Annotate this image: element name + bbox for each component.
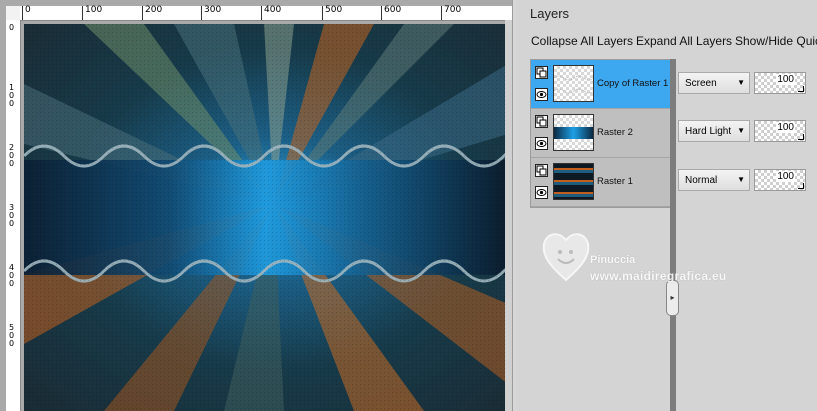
opacity-slider-handle[interactable]: [798, 183, 804, 189]
layer-row-raster-2[interactable]: Raster 2: [531, 109, 671, 158]
vertical-ruler: 0 1 0 0 2 0 0 3 0 0 4 0 0 5 0 0: [6, 20, 21, 411]
ruler-label-700: 700: [444, 5, 462, 15]
layer-thumbnail: [553, 65, 594, 102]
blend-mode-value: Screen: [685, 78, 717, 89]
layer-name: Copy of Raster 1: [597, 78, 669, 89]
panel-title: Layers: [530, 6, 570, 21]
layer-group-icon[interactable]: [535, 66, 548, 79]
blend-mode-select[interactable]: Normal ▼: [678, 169, 750, 191]
ruler-v-label-300: 3 0 0: [9, 203, 15, 228]
show-hide-quick-button[interactable]: Show/Hide Quic: [735, 34, 817, 48]
document-image[interactable]: [24, 24, 508, 411]
ruler-corner: [6, 6, 21, 21]
ruler-label-200: 200: [145, 5, 163, 15]
layer-row-raster-1[interactable]: Raster 1: [531, 158, 671, 207]
layer-group-icon[interactable]: [535, 115, 548, 128]
ruler-label-400: 400: [264, 5, 282, 15]
layer-name: Raster 1: [597, 176, 633, 187]
eye-icon[interactable]: [535, 137, 548, 150]
heart-smiley-icon: [542, 233, 590, 282]
expand-all-layers-button[interactable]: Expand All Layers: [636, 34, 732, 48]
canvas-area[interactable]: 0 100 200 300 400 500 600 700 0 1 0 0 2 …: [0, 0, 512, 411]
layers-toolbar: Collapse All Layers Expand All Layers Sh…: [516, 28, 817, 56]
ruler-v-label-500: 5 0 0: [9, 323, 15, 348]
opacity-value: 100: [776, 122, 795, 133]
chevron-down-icon: ▼: [737, 78, 745, 87]
layer-row-copy-of-raster-1[interactable]: Copy of Raster 1: [531, 60, 671, 109]
ruler-v-label-400: 4 0 0: [9, 263, 15, 288]
ruler-label-100: 100: [85, 5, 103, 15]
ruler-label-600: 600: [384, 5, 402, 15]
blend-mode-select[interactable]: Hard Light ▼: [678, 120, 750, 142]
ruler-label-500: 500: [325, 5, 343, 15]
opacity-field[interactable]: 100: [754, 169, 806, 191]
canvas-vertical-scrollbar[interactable]: [505, 20, 512, 411]
opacity-slider-handle[interactable]: [798, 86, 804, 92]
watermark-name: Pinuccia: [590, 254, 636, 266]
ruler-v-label-200: 2 0 0: [9, 143, 15, 168]
blend-mode-select[interactable]: Screen ▼: [678, 72, 750, 94]
layer-name: Raster 2: [597, 127, 633, 138]
opacity-slider-handle[interactable]: [798, 134, 804, 140]
watermark: Pinuccia www.maidiregrafica.eu: [540, 228, 740, 288]
eye-icon[interactable]: [535, 186, 548, 199]
layer-thumbnail: [553, 114, 594, 151]
layer-group-icon[interactable]: [535, 164, 548, 177]
ruler-label-300: 300: [204, 5, 222, 15]
layers-list: Copy of Raster 1 Raster 2 Raster 1: [530, 59, 672, 208]
ruler-label-0: 0: [25, 5, 31, 15]
layer-thumbnail: [553, 163, 594, 200]
collapse-all-layers-button[interactable]: Collapse All Layers: [531, 34, 633, 48]
ruler-v-label-0: 0: [9, 23, 15, 32]
blend-mode-value: Hard Light: [685, 126, 732, 137]
layers-panel: Layers Collapse All Layers Expand All La…: [516, 0, 817, 411]
chevron-down-icon: ▼: [737, 175, 745, 184]
watermark-url: www.maidiregrafica.eu: [590, 269, 727, 283]
ruler-v-label-100: 1 0 0: [9, 83, 15, 108]
blend-mode-value: Normal: [685, 175, 718, 186]
chevron-down-icon: ▼: [737, 126, 745, 135]
opacity-field[interactable]: 100: [754, 120, 806, 142]
opacity-field[interactable]: 100: [754, 72, 806, 94]
eye-icon[interactable]: [535, 88, 548, 101]
opacity-value: 100: [776, 171, 795, 182]
horizontal-ruler: 0 100 200 300 400 500 600 700: [20, 6, 512, 21]
opacity-value: 100: [776, 74, 795, 85]
